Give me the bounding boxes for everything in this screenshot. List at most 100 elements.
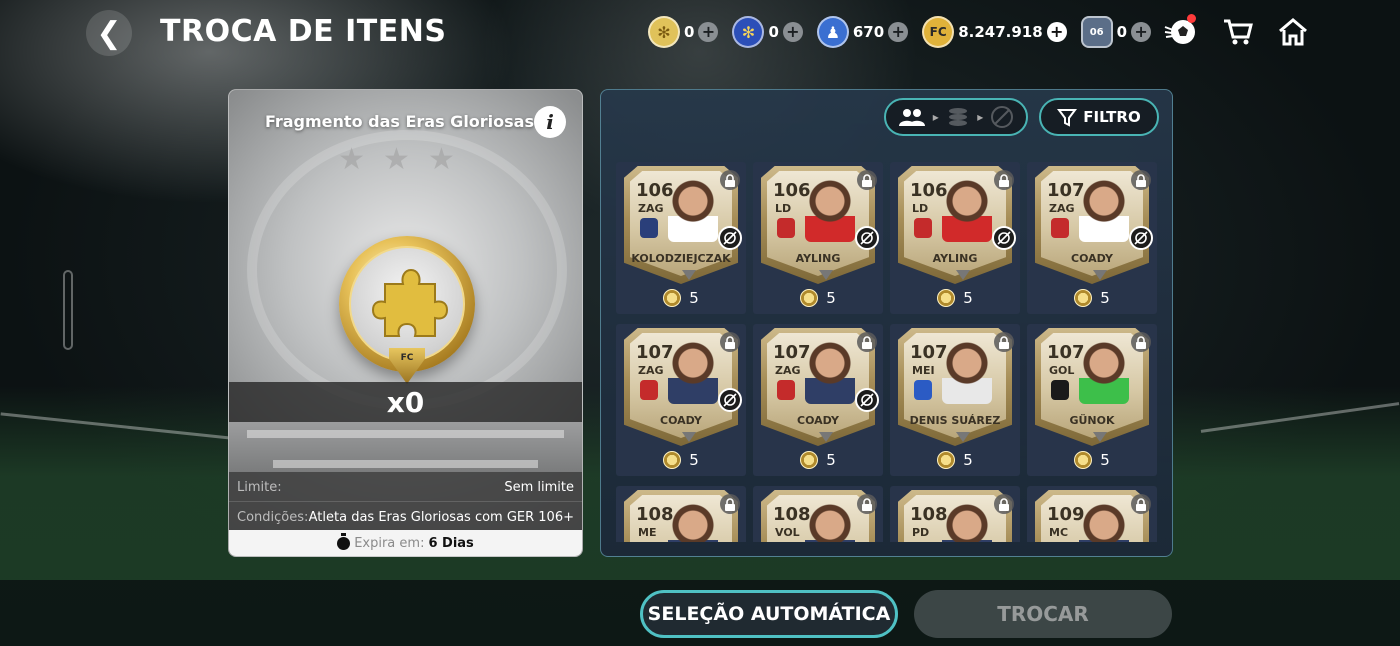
back-button[interactable]: ❮ [86, 10, 132, 56]
lock-icon [1131, 170, 1151, 190]
untradeable-icon [855, 226, 879, 250]
fc-coin-icon: FC [922, 16, 955, 48]
player-card-slot[interactable]: 108 ME [616, 486, 746, 542]
fragment-coin-icon [937, 451, 956, 469]
player-card-slot[interactable]: 106 LD AYLING 5 [890, 162, 1020, 314]
trade-cost: 5 [753, 288, 883, 308]
player-position: ZAG [1049, 202, 1075, 215]
ovr-token-icon: 06 [1080, 16, 1113, 48]
trade-cost: 5 [890, 450, 1020, 470]
player-card-slot[interactable]: 107 GOL GÜNOK 5 [1027, 324, 1157, 476]
trade-cost-value: 5 [826, 289, 836, 307]
trade-cost-value: 5 [1100, 451, 1110, 469]
limit-row: Limite: Sem limite [237, 474, 574, 500]
item-detail-panel: ★★★ Fragmento das Eras Gloriosas i FC x0… [228, 89, 583, 557]
cart-icon[interactable] [1220, 14, 1256, 50]
player-portrait [942, 504, 992, 542]
conditions-row: Condições: Atleta das Eras Gloriosas com… [237, 504, 574, 530]
lock-icon [994, 332, 1014, 352]
pedestal-step [247, 430, 564, 438]
lock-icon [720, 332, 740, 352]
pedestal-step [273, 460, 538, 468]
trade-button[interactable]: TROCAR [914, 590, 1172, 638]
rank-chevron-icon [682, 432, 696, 442]
player-name: COADY [797, 414, 839, 427]
fragment-coin-icon [800, 451, 819, 469]
funnel-icon [1057, 109, 1078, 127]
player-card-slot[interactable]: 107 ZAG COADY 5 [1027, 162, 1157, 314]
trade-cost: 5 [616, 288, 746, 308]
auto-select-button[interactable]: SELEÇÃO AUTOMÁTICA [640, 590, 898, 638]
player-position: ZAG [638, 202, 664, 215]
expires-label: Expira em: [354, 535, 425, 551]
player-position: LD [775, 202, 792, 215]
player-portrait [805, 504, 855, 542]
fragment-coin-icon [1074, 289, 1093, 307]
player-rating: 107 [910, 342, 948, 363]
side-drawer-handle[interactable] [63, 270, 73, 350]
filter-steps[interactable]: ▸ ▸ [884, 98, 1028, 136]
limit-label: Limite: [237, 479, 282, 495]
conditions-label: Condições: [237, 509, 309, 525]
player-selection-panel: ▸ ▸ FILTRO 106 ZAG KOLODZIEJCZAK 5 106 LD AYLI… [600, 89, 1173, 557]
trade-cost: 5 [1027, 288, 1157, 308]
player-portrait [805, 342, 855, 404]
expires-value: 6 Dias [428, 535, 474, 551]
player-card-grid: 106 ZAG KOLODZIEJCZAK 5 106 LD AYLING 5 106 LD AYL… [616, 162, 1161, 542]
coins-stack-icon [949, 108, 967, 126]
club-badge-icon [914, 218, 932, 238]
trade-cost-value: 5 [826, 451, 836, 469]
page-title: TROCA DE ITENS [160, 14, 447, 49]
limit-value: Sem limite [504, 479, 574, 495]
club-badge-icon [914, 380, 932, 400]
untradeable-icon [992, 226, 1016, 250]
medal-face [349, 246, 465, 362]
player-card-slot[interactable]: 109 MC [1027, 486, 1157, 542]
player-name: COADY [660, 414, 702, 427]
add-currency-button[interactable]: + [888, 22, 909, 42]
filter-label: FILTRO [1083, 108, 1141, 126]
trade-cost-value: 5 [689, 289, 699, 307]
lock-icon [994, 494, 1014, 514]
filter-button[interactable]: FILTRO [1039, 98, 1159, 136]
add-currency-button[interactable]: + [698, 22, 719, 42]
pitch-line [0, 412, 260, 443]
soccer-ball-icon[interactable] [1162, 14, 1198, 50]
untradeable-icon [718, 388, 742, 412]
divider [229, 501, 582, 502]
lock-icon [1131, 494, 1151, 514]
player-card-slot[interactable]: 107 MEI DENIS SUÁREZ 5 [890, 324, 1020, 476]
player-position: MEI [912, 364, 935, 377]
player-rating: 108 [910, 504, 948, 525]
player-name: GÜNOK [1069, 414, 1115, 427]
player-rating: 108 [773, 504, 811, 525]
player-rating: 107 [636, 342, 674, 363]
rank-chevron-icon [819, 432, 833, 442]
player-position: PD [912, 526, 930, 539]
player-portrait [668, 504, 718, 542]
player-portrait [805, 180, 855, 242]
player-card-slot[interactable]: 107 ZAG COADY 5 [753, 324, 883, 476]
player-card-slot[interactable]: 108 VOL [753, 486, 883, 542]
home-icon[interactable] [1275, 14, 1311, 50]
player-rating: 108 [636, 504, 674, 525]
club-badge-icon [777, 380, 795, 400]
player-card-slot[interactable]: 107 ZAG COADY 5 [616, 324, 746, 476]
untradeable-icon [855, 388, 879, 412]
player-rating: 107 [1047, 180, 1085, 201]
add-currency-button[interactable]: + [1046, 22, 1067, 42]
add-currency-button[interactable]: + [782, 22, 803, 42]
player-card-slot[interactable]: 106 LD AYLING 5 [753, 162, 883, 314]
rank-chevron-icon [819, 270, 833, 280]
player-card-slot[interactable]: 108 PD [890, 486, 1020, 542]
trade-cost: 5 [616, 450, 746, 470]
player-position: MC [1049, 526, 1069, 539]
player-card-slot[interactable]: 106 ZAG KOLODZIEJCZAK 5 [616, 162, 746, 314]
lock-icon [857, 332, 877, 352]
untradeable-icon [1129, 226, 1153, 250]
notification-dot [1187, 14, 1196, 23]
fragment-coin-icon [663, 289, 682, 307]
add-currency-button[interactable]: + [1131, 22, 1152, 42]
info-icon[interactable]: i [534, 106, 566, 138]
fragment-medal: FC [339, 236, 475, 384]
